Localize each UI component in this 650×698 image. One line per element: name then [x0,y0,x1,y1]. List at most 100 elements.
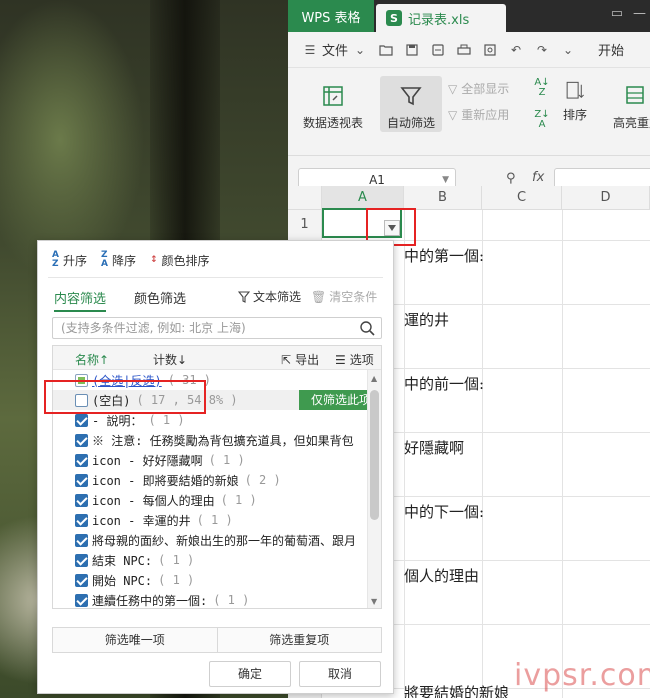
list-item[interactable]: 結束 NPC: ( 1 ) [53,550,369,570]
list-item[interactable]: icon - 幸運的井 ( 1 ) [53,510,369,530]
checkbox[interactable] [75,493,88,507]
filter-only-this-button[interactable]: 仅筛选此项 [299,390,369,410]
clear-conditions-button[interactable]: 🗑 清空条件 [311,288,377,305]
list-item[interactable]: 連續任務中的第一個: ( 1 ) [53,590,369,608]
save-icon[interactable] [404,42,420,58]
print-icon[interactable] [456,42,472,58]
sort-color-button[interactable]: ↕ 颜色排序 [150,251,210,269]
menu-start[interactable]: 开始 [598,40,624,59]
quick-access-more-icon[interactable]: ⌄ [560,42,576,58]
sort-button[interactable]: 排序 [558,80,592,123]
checkbox[interactable] [75,553,88,567]
funnel-icon [238,290,250,303]
list-item-label: - 說明： [92,413,143,428]
export-pdf-icon[interactable] [430,42,446,58]
col-header-a[interactable]: A [322,186,404,210]
cell-b-text[interactable]: 運的井 [404,309,449,330]
highlight-duplicates-button[interactable]: 高亮重复 [602,82,650,131]
list-item-label: 開始 NPC: [92,573,153,588]
tab-document-label: 记录表.xls [408,12,470,28]
col-header-b[interactable]: B [404,186,482,210]
list-item-label: 將母親的面紗、新娘出生的那一年的葡萄酒、跟月 [92,533,357,548]
show-all-button[interactable]: ▽ 全部显示 [448,80,509,97]
autofilter-label: 自动筛选 [386,116,435,130]
checkbox[interactable] [75,433,88,447]
zoom-lookup-icon[interactable]: ⚲ [506,171,516,186]
preview-icon[interactable] [482,42,498,58]
corner-select-all[interactable] [288,186,322,210]
col-header-c[interactable]: C [482,186,562,210]
scroll-up-icon[interactable]: ▲ [371,374,377,383]
checkbox[interactable] [75,573,88,587]
filter-search-input[interactable]: (支持多条件过滤, 例如: 北京 上海) [52,317,382,339]
autofilter-button[interactable]: 自动筛选 [380,76,442,132]
list-item-label: icon - 即將要結婚的新娘 [92,473,239,488]
cell-b-text[interactable]: 將要結婚的新娘 [404,682,509,698]
sort-by-count[interactable]: 计数↓ [153,351,187,368]
filter-funnel-icon [400,87,422,106]
ok-button[interactable]: 确定 [209,661,291,687]
list-item[interactable]: icon - 即將要結婚的新娘 ( 2 ) [53,470,369,490]
list-item-label: ※ 注意: 任務獎勵為背包擴充道具，但如果背包 [92,433,354,448]
sort-asc-az-icon[interactable]: A↓ Z [532,78,552,98]
export-button[interactable]: ⇱ 导出 [281,351,319,368]
list-item-count: ( 1 ) [220,493,257,507]
filter-unique-button[interactable]: 筛选唯一项 [53,628,217,652]
file-menu[interactable]: ☰ 文件 ⌄ [302,40,368,60]
checkbox[interactable] [75,473,88,487]
list-item[interactable]: icon - 好好隱藏啊 ( 1 ) [53,450,369,470]
fx-icon[interactable]: fx [532,170,544,185]
dialog-actions: 确定 取消 [209,661,381,687]
options-button[interactable]: ☰ 选项 [335,351,374,368]
cell-b-text[interactable]: 個人的理由 [404,565,479,586]
list-item-label: icon - 幸運的井 [92,513,191,528]
checkbox[interactable] [75,533,88,547]
list-item-count: ( 1 ) [158,573,195,587]
spreadsheet-icon: S [386,10,402,26]
export-label: 导出 [295,353,320,367]
ribbon: 数据透视表 自动筛选 ▽ 全部显示 ▽ 重新应用 A↓ Z Z↓ A 排序 高亮… [288,68,650,156]
scroll-thumb[interactable] [370,390,379,520]
tab-content-filter[interactable]: 内容筛选 [54,288,107,312]
sort-color-label: 颜色排序 [161,253,210,268]
checkbox[interactable] [75,593,88,607]
tab-color-filter[interactable]: 颜色筛选 [134,288,186,312]
checkbox[interactable] [75,513,88,527]
checkbox[interactable] [75,413,88,427]
sort-desc-button[interactable]: ZA 降序 [101,251,136,269]
sort-desc-za-icon[interactable]: Z↓ A [532,110,552,130]
sort-by-name[interactable]: 名称↑ [75,351,109,368]
tab-wps-app[interactable]: WPS 表格 [288,0,374,32]
pivot-table-button[interactable]: 数据透视表 [298,82,368,131]
highlight-duplicates-label: 高亮重复 [612,116,650,130]
list-item[interactable]: 開始 NPC: ( 1 ) [53,570,369,590]
reapply-button[interactable]: ▽ 重新应用 [448,106,509,123]
list-scrollbar[interactable]: ▲ ▼ [367,370,381,608]
redo-icon[interactable]: ↷ [534,42,550,58]
scroll-down-icon[interactable]: ▼ [371,597,377,606]
col-header-d[interactable]: D [562,186,650,210]
list-item[interactable]: 將母親的面紗、新娘出生的那一年的葡萄酒、跟月 [53,530,369,550]
sort-label: 排序 [562,108,587,122]
list-item[interactable]: icon - 每個人的理由 ( 1 ) [53,490,369,510]
row-header-1[interactable]: 1 [288,210,322,240]
search-icon[interactable] [359,320,375,336]
text-filter-button[interactable]: 文本筛选 [238,288,301,305]
minimize-icon[interactable]: — [633,6,646,21]
name-box-value: A1 [369,173,385,187]
cancel-button[interactable]: 取消 [299,661,381,687]
cell-b-text[interactable]: 中的第一個: [404,245,484,266]
open-folder-icon[interactable] [378,42,394,58]
checkbox[interactable] [75,453,88,467]
cell-b-text[interactable]: 好隱藏啊 [404,437,464,458]
tab-document[interactable]: S 记录表.xls [376,4,506,32]
show-all-icon: ▽ [448,81,458,96]
undo-icon[interactable]: ↶ [508,42,524,58]
cell-b-text[interactable]: 中的下一個: [404,501,484,522]
monitor-icon[interactable]: ▭ [611,6,623,21]
sort-asc-button[interactable]: AZ 升序 [52,251,87,269]
filter-duplicate-button[interactable]: 筛选重复项 [216,628,381,652]
quick-filter-buttons: 筛选唯一项 筛选重复项 [52,627,382,653]
list-item[interactable]: ※ 注意: 任務獎勵為背包擴充道具，但如果背包 [53,430,369,450]
cell-b-text[interactable]: 中的前一個: [404,373,484,394]
